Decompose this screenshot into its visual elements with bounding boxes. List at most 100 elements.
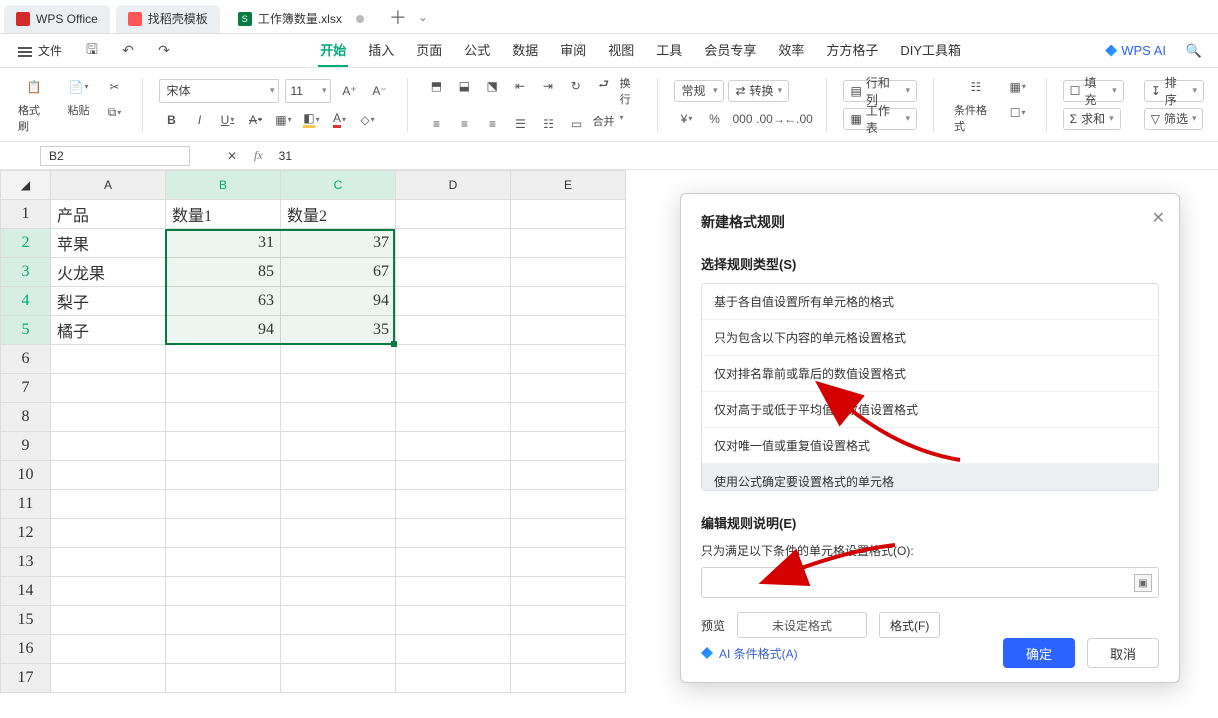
cell[interactable] xyxy=(281,577,396,606)
cell[interactable]: 数量1 xyxy=(166,200,281,229)
cell[interactable]: 橘子 xyxy=(51,316,166,345)
font-color-icon[interactable]: A▾ xyxy=(327,109,351,131)
col-header[interactable]: C xyxy=(281,171,396,200)
select-all-corner[interactable]: ◢ xyxy=(1,171,51,200)
cancel-edit-icon[interactable]: ✕ xyxy=(220,145,244,167)
merge-icon[interactable]: ▭ xyxy=(564,113,588,135)
ribbon-tab-member[interactable]: 会员专享 xyxy=(702,34,758,67)
rule-type-item[interactable]: 基于各自值设置所有单元格的格式 xyxy=(702,284,1158,320)
cell[interactable]: 37 xyxy=(281,229,396,258)
cell[interactable] xyxy=(396,490,511,519)
col-header[interactable]: B xyxy=(166,171,281,200)
cell[interactable] xyxy=(511,316,626,345)
cell[interactable] xyxy=(166,374,281,403)
cell[interactable] xyxy=(396,635,511,664)
underline-icon[interactable]: U▾ xyxy=(215,109,239,131)
border-icon[interactable]: ▦▾ xyxy=(271,109,295,131)
cell[interactable] xyxy=(166,490,281,519)
cell[interactable] xyxy=(166,461,281,490)
cell[interactable] xyxy=(511,664,626,693)
row-header[interactable]: 14 xyxy=(1,577,51,606)
ribbon-tab-formula[interactable]: 公式 xyxy=(462,34,492,67)
cell[interactable] xyxy=(51,345,166,374)
cell[interactable] xyxy=(396,548,511,577)
rule-type-item[interactable]: 仅对高于或低于平均值的数值设置格式 xyxy=(702,392,1158,428)
row-header[interactable]: 13 xyxy=(1,548,51,577)
row-header[interactable]: 2 xyxy=(1,229,51,258)
name-box[interactable]: B2 xyxy=(40,146,190,166)
wps-ai-button[interactable]: WPS AI xyxy=(1105,43,1166,58)
cell[interactable] xyxy=(51,664,166,693)
cell[interactable] xyxy=(51,461,166,490)
row-header[interactable]: 8 xyxy=(1,403,51,432)
tab-list-dropdown[interactable]: ⌄ xyxy=(418,10,428,24)
ribbon-tab-page[interactable]: 页面 xyxy=(414,34,444,67)
cell[interactable] xyxy=(51,548,166,577)
cell[interactable] xyxy=(396,316,511,345)
comma-icon[interactable]: 000 xyxy=(730,108,754,130)
cell[interactable]: 31 xyxy=(166,229,281,258)
cell[interactable] xyxy=(166,548,281,577)
align-bottom-icon[interactable]: ⬔ xyxy=(480,75,504,97)
cell[interactable] xyxy=(166,432,281,461)
tab-workbook[interactable]: S 工作簿数量.xlsx xyxy=(226,5,376,33)
cell[interactable] xyxy=(281,432,396,461)
cell[interactable] xyxy=(396,461,511,490)
italic-icon[interactable]: I xyxy=(187,109,211,131)
ribbon-tab-review[interactable]: 审阅 xyxy=(558,34,588,67)
search-icon[interactable]: 🔍 xyxy=(1182,40,1206,62)
row-header[interactable]: 1 xyxy=(1,200,51,229)
cell[interactable] xyxy=(396,345,511,374)
ribbon-tab-view[interactable]: 视图 xyxy=(606,34,636,67)
ribbon-tab-data[interactable]: 数据 xyxy=(510,34,540,67)
cell[interactable]: 35 xyxy=(281,316,396,345)
cell[interactable] xyxy=(396,258,511,287)
cancel-button[interactable]: 取消 xyxy=(1087,638,1159,668)
row-header[interactable]: 12 xyxy=(1,519,51,548)
number-format-select[interactable]: 常规▾ xyxy=(674,80,724,102)
cell[interactable] xyxy=(511,258,626,287)
cell[interactable] xyxy=(281,635,396,664)
add-tab-button[interactable]: ＋ xyxy=(386,5,410,29)
cell[interactable] xyxy=(281,345,396,374)
row-header[interactable]: 10 xyxy=(1,461,51,490)
cell[interactable] xyxy=(396,577,511,606)
align-center-icon[interactable]: ≡ xyxy=(452,113,476,135)
row-header[interactable]: 6 xyxy=(1,345,51,374)
formula-input[interactable]: ▣ xyxy=(701,567,1159,598)
cell[interactable] xyxy=(281,548,396,577)
cell[interactable]: 数量2 xyxy=(281,200,396,229)
fill-button[interactable]: ☐ 填充▾ xyxy=(1063,80,1124,102)
cell[interactable] xyxy=(281,461,396,490)
redo-icon[interactable]: ↷ xyxy=(152,40,176,62)
copy-icon[interactable]: ⧉▾ xyxy=(102,102,126,124)
cell[interactable] xyxy=(511,490,626,519)
cell[interactable] xyxy=(51,403,166,432)
distribute-icon[interactable]: ☷ xyxy=(536,113,560,135)
align-top-icon[interactable]: ⬒ xyxy=(424,75,448,97)
increase-font-icon[interactable]: A⁺ xyxy=(337,80,361,102)
cell[interactable] xyxy=(281,519,396,548)
rule-type-item[interactable]: 仅对唯一值或重复值设置格式 xyxy=(702,428,1158,464)
row-col-button[interactable]: ▤ 行和列▾ xyxy=(843,80,917,102)
cell[interactable] xyxy=(396,519,511,548)
cell[interactable] xyxy=(396,664,511,693)
cell[interactable]: 产品 xyxy=(51,200,166,229)
ribbon-tab-diy[interactable]: DIY工具箱 xyxy=(898,34,963,67)
col-header[interactable]: A xyxy=(51,171,166,200)
ai-cond-format-link[interactable]: AI 条件格式(A) xyxy=(701,645,798,662)
indent-inc-icon[interactable]: ⇥ xyxy=(536,75,560,97)
cell[interactable] xyxy=(396,374,511,403)
sort-button[interactable]: ↧ 排序▾ xyxy=(1144,80,1204,102)
cell[interactable] xyxy=(396,432,511,461)
col-header[interactable]: E xyxy=(511,171,626,200)
percent-icon[interactable]: % xyxy=(702,108,726,130)
inc-decimal-icon[interactable]: .00→ xyxy=(758,108,782,130)
cell[interactable] xyxy=(166,403,281,432)
row-header[interactable]: 4 xyxy=(1,287,51,316)
cell[interactable]: 94 xyxy=(281,287,396,316)
align-right-icon[interactable]: ≡ xyxy=(480,113,504,135)
cell[interactable] xyxy=(166,577,281,606)
table-styles-icon[interactable]: ☐▾ xyxy=(1006,102,1030,124)
cell[interactable] xyxy=(51,432,166,461)
